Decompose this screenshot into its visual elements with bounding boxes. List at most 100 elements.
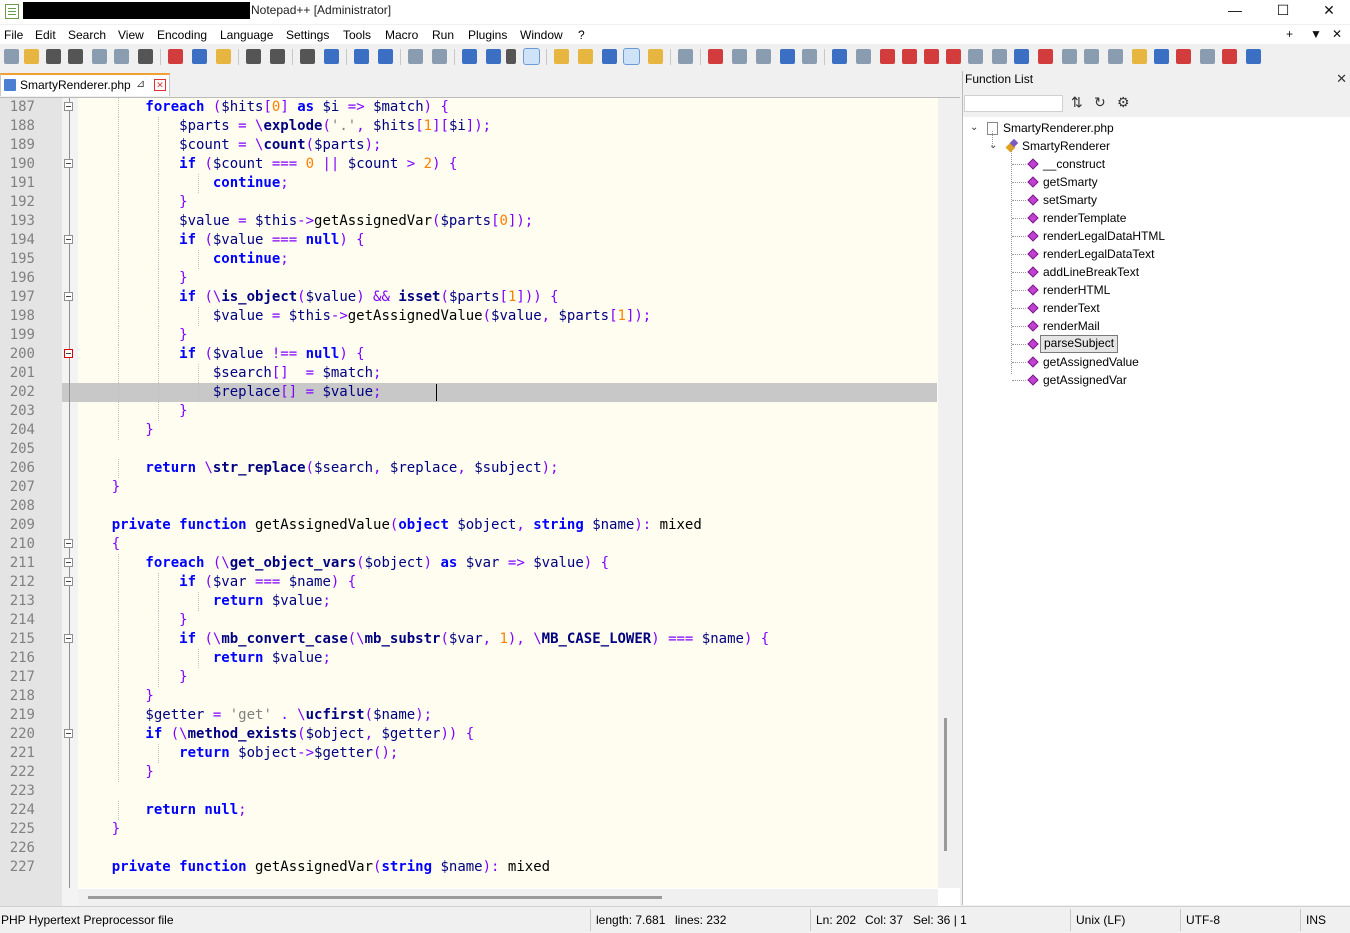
plugin-6-icon[interactable]	[946, 49, 961, 64]
code-editor[interactable]: 187 foreach ($hits[0] as $i => $match) {…	[0, 97, 960, 906]
menu-tools[interactable]: Tools	[343, 28, 371, 42]
menu-settings[interactable]: Settings	[286, 28, 329, 42]
code-line[interactable]: 216 return $value;	[0, 649, 938, 668]
code-line[interactable]: 217 }	[0, 668, 938, 687]
horizontal-scrollbar[interactable]	[78, 889, 938, 906]
plugin-12-icon[interactable]	[1084, 49, 1099, 64]
vertical-scroll-thumb[interactable]	[944, 718, 947, 851]
zoom-out-icon[interactable]	[378, 49, 393, 64]
reload-icon[interactable]: ↻	[1094, 94, 1106, 111]
save-all-icon[interactable]	[68, 49, 83, 64]
menu-edit[interactable]: Edit	[35, 28, 56, 42]
plugin-7-icon[interactable]	[968, 49, 983, 64]
code-line[interactable]: 200 if ($value !== null) {	[0, 345, 938, 364]
print-icon[interactable]	[138, 49, 153, 64]
copy-icon[interactable]	[192, 49, 207, 64]
new-file-icon[interactable]	[4, 49, 19, 64]
tab-list-down-icon[interactable]: ▼	[1310, 27, 1322, 41]
record-macro-icon[interactable]	[708, 49, 723, 64]
code-line[interactable]: 210 {	[0, 535, 938, 554]
code-line[interactable]: 191 continue;	[0, 174, 938, 193]
expand-arrow-icon[interactable]: ⌄	[989, 137, 997, 155]
code-line[interactable]: 193 $value = $this->getAssignedVar($part…	[0, 212, 938, 231]
cut-icon[interactable]	[168, 49, 183, 64]
show-all-chars-icon[interactable]	[486, 49, 501, 64]
fold-toggle-icon[interactable]	[64, 102, 73, 111]
zoom-in-icon[interactable]	[354, 49, 369, 64]
code-line[interactable]: 224 return null;	[0, 801, 938, 820]
fold-toggle-icon[interactable]	[64, 349, 73, 358]
code-line[interactable]: 202 $replace[] = $value;	[0, 383, 938, 402]
code-line[interactable]: 199 }	[0, 326, 938, 345]
redo-icon[interactable]	[270, 49, 285, 64]
code-line[interactable]: 190 if ($count === 0 || $count > 2) {	[0, 155, 938, 174]
code-line[interactable]: 208	[0, 497, 938, 516]
plugin-19-icon[interactable]	[1246, 49, 1261, 64]
fold-toggle-icon[interactable]	[64, 577, 73, 586]
vertical-scrollbar[interactable]	[938, 98, 960, 888]
code-line[interactable]: 225 }	[0, 820, 938, 839]
plugin-9-icon[interactable]	[1014, 49, 1029, 64]
fold-toggle-icon[interactable]	[64, 235, 73, 244]
plugin-14-icon[interactable]	[1132, 49, 1147, 64]
fold-toggle-icon[interactable]	[64, 159, 73, 168]
paste-icon[interactable]	[216, 49, 231, 64]
save-macro-icon[interactable]	[802, 49, 817, 64]
code-line[interactable]: 196 }	[0, 269, 938, 288]
code-line[interactable]: 188 $parts = \explode('.', $hits[1][$i])…	[0, 117, 938, 136]
fold-toggle-icon[interactable]	[64, 634, 73, 643]
close-button[interactable]: ✕	[1306, 0, 1350, 22]
code-line[interactable]: 211 foreach (\get_object_vars($object) a…	[0, 554, 938, 573]
code-line[interactable]: 222 }	[0, 763, 938, 782]
menu-run[interactable]: Run	[432, 28, 454, 42]
doc-list-icon[interactable]	[602, 49, 617, 64]
code-line[interactable]: 218 }	[0, 687, 938, 706]
plugin-2-icon[interactable]	[856, 49, 871, 64]
code-line[interactable]: 197 if (\is_object($value) && isset($par…	[0, 288, 938, 307]
code-line[interactable]: 223	[0, 782, 938, 801]
close-doc-icon[interactable]: ✕	[1332, 27, 1342, 41]
replace-icon[interactable]	[324, 49, 339, 64]
plugin-15-icon[interactable]	[1154, 49, 1169, 64]
menu-view[interactable]: View	[118, 28, 144, 42]
menu-file[interactable]: File	[4, 28, 23, 42]
show-chars-dropdown-icon[interactable]	[506, 49, 516, 64]
folder-workspace-icon[interactable]	[648, 49, 663, 64]
plugin-16-icon[interactable]	[1176, 49, 1191, 64]
code-line[interactable]: 189 $count = \count($parts);	[0, 136, 938, 155]
plugin-11-icon[interactable]	[1062, 49, 1077, 64]
menu-window[interactable]: Window	[520, 28, 563, 42]
status-encoding[interactable]: UTF-8	[1186, 913, 1220, 927]
code-line[interactable]: 201 $search[] = $match;	[0, 364, 938, 383]
find-icon[interactable]	[300, 49, 315, 64]
horizontal-scroll-thumb[interactable]	[88, 896, 662, 899]
function-search-input[interactable]	[964, 95, 1063, 112]
code-line[interactable]: 209 private function getAssignedValue(ob…	[0, 516, 938, 535]
fold-toggle-icon[interactable]	[64, 539, 73, 548]
tab-close-icon[interactable]: ✕	[154, 79, 166, 91]
code-line[interactable]: 213 return $value;	[0, 592, 938, 611]
code-line[interactable]: 219 $getter = 'get' . \ucfirst($name);	[0, 706, 938, 725]
function-list-icon[interactable]	[623, 48, 640, 65]
code-line[interactable]: 195 continue;	[0, 250, 938, 269]
code-line[interactable]: 206 return \str_replace($search, $replac…	[0, 459, 938, 478]
sort-icon[interactable]: ⇅	[1071, 94, 1083, 111]
fold-toggle-icon[interactable]	[64, 558, 73, 567]
fold-toggle-icon[interactable]	[64, 729, 73, 738]
menu-plugins[interactable]: Plugins	[468, 28, 507, 42]
plugin-5-icon[interactable]	[924, 49, 939, 64]
menu-search[interactable]: Search	[68, 28, 106, 42]
sync-vertical-icon[interactable]	[408, 49, 423, 64]
code-line[interactable]: 187 foreach ($hits[0] as $i => $match) {	[0, 98, 938, 117]
menu-macro[interactable]: Macro	[385, 28, 418, 42]
close-file-icon[interactable]	[92, 49, 107, 64]
settings-gear-icon[interactable]: ⚙	[1117, 94, 1130, 111]
code-line[interactable]: 192 }	[0, 193, 938, 212]
doc-map-icon[interactable]	[578, 49, 593, 64]
udl-icon[interactable]	[554, 49, 569, 64]
minimize-button[interactable]: —	[1212, 0, 1258, 22]
code-line[interactable]: 221 return $object->$getter();	[0, 744, 938, 763]
menu-language[interactable]: Language	[220, 28, 273, 42]
code-line[interactable]: 212 if ($var === $name) {	[0, 573, 938, 592]
code-line[interactable]: 226	[0, 839, 938, 858]
